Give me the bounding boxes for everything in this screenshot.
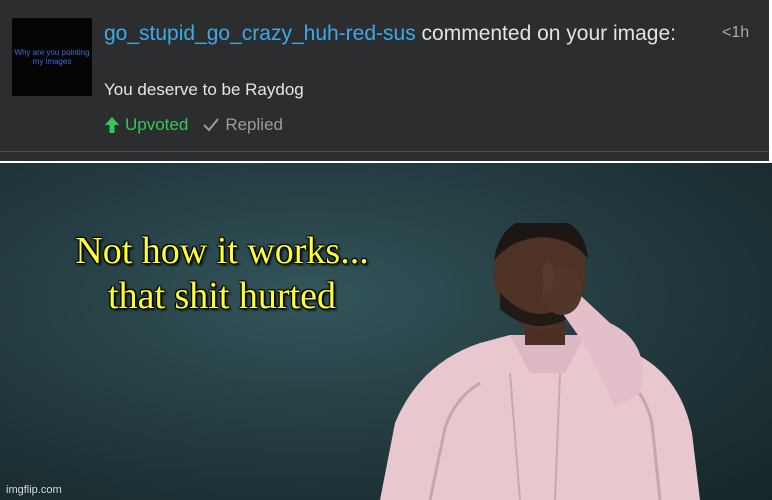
notification-bottom-strip [0, 152, 769, 161]
checkmark-icon [202, 117, 220, 133]
username-link[interactable]: go_stupid_go_crazy_huh-red-sus [104, 22, 416, 45]
avatar-text: Why are you pointing my images [14, 48, 90, 66]
caption-line-2: that shit hurted [108, 275, 336, 317]
reply-button[interactable]: Replied [202, 115, 283, 135]
meme-caption: Not how it works... that shit hurted [0, 229, 444, 319]
comment-notification: Why are you pointing my images go_stupid… [0, 0, 772, 163]
upvote-button[interactable]: Upvoted [104, 115, 188, 135]
notification-message: go_stupid_go_crazy_huh-red-sus commented… [104, 20, 704, 47]
notification-action-text: commented on your image: [415, 22, 676, 45]
upvoted-label: Upvoted [125, 115, 189, 134]
comment-actions: Upvoted Replied [104, 115, 283, 135]
notification-panel: Why are you pointing my images go_stupid… [0, 0, 769, 152]
replied-label: Replied [225, 115, 283, 134]
upvote-arrow-icon [104, 116, 120, 134]
caption-line-1: Not how it works... [75, 230, 369, 272]
avatar[interactable]: Why are you pointing my images [12, 18, 92, 96]
timestamp: <1h [722, 24, 750, 41]
comment-text[interactable]: You deserve to be Raydog [104, 80, 304, 100]
imgflip-watermark: imgflip.com [6, 484, 62, 496]
meme-image: Not how it works... that shit hurted img… [0, 163, 772, 500]
